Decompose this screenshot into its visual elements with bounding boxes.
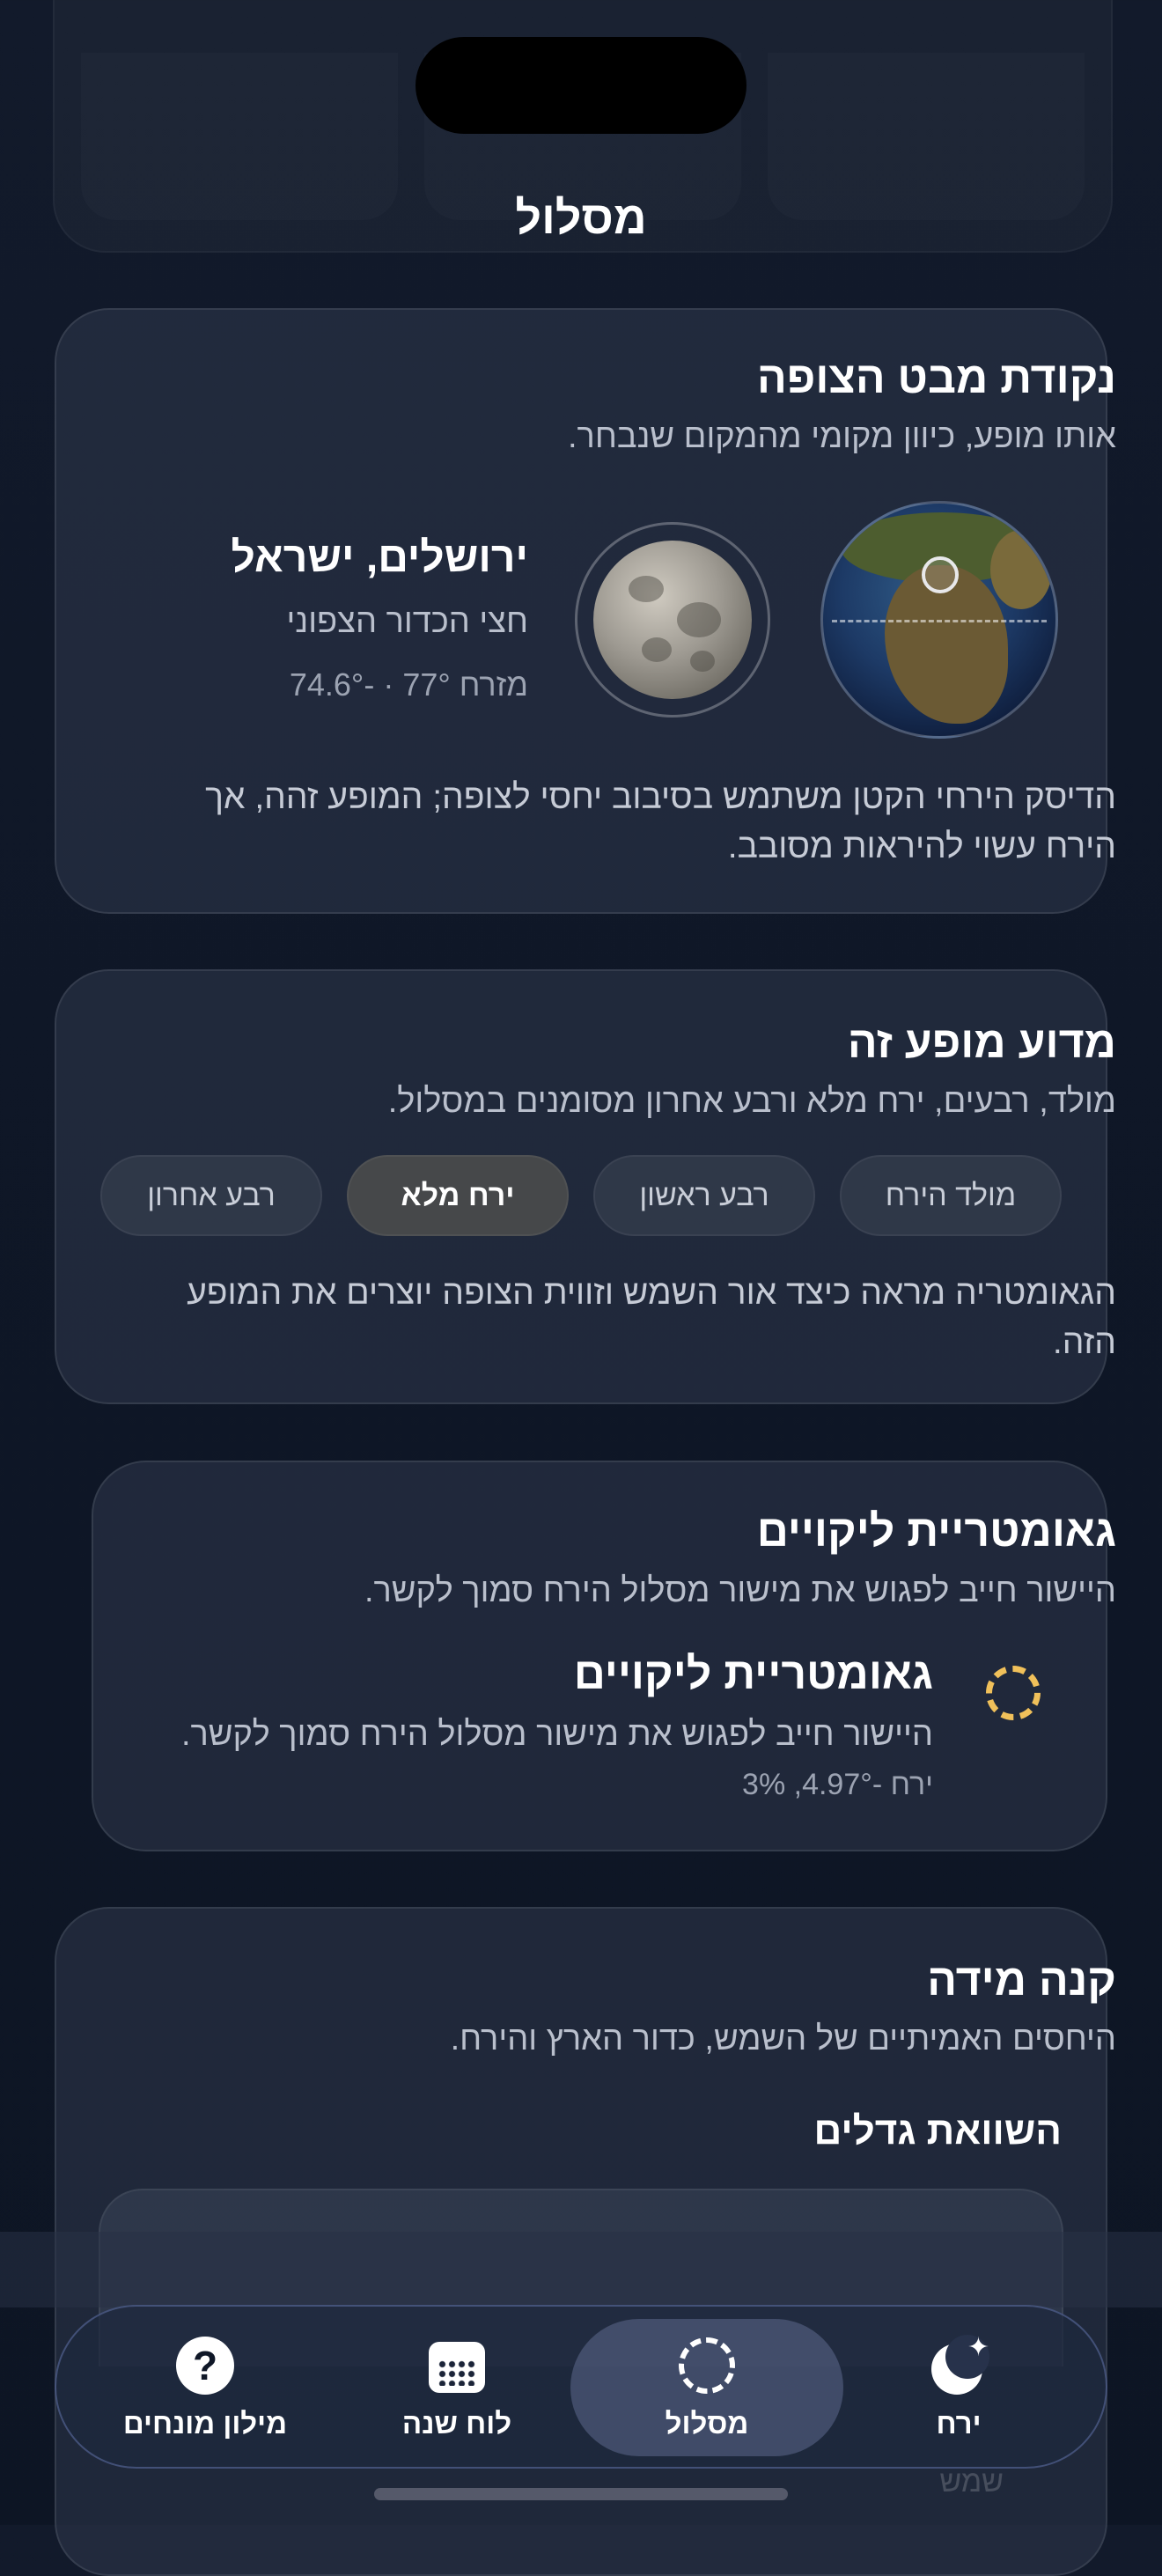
page-title: מסלול — [515, 193, 647, 244]
eclipse-orbit-icon — [986, 1666, 1041, 1720]
eclipse-item-meta: ירח -4.97°, 3% — [742, 1768, 933, 1801]
tab-glossary[interactable]: ? מילון מונחים — [69, 2319, 342, 2456]
tab-moon[interactable]: ✦ ירח — [822, 2319, 1095, 2456]
tab-calendar[interactable]: לוח שנה — [320, 2319, 593, 2456]
tab-orbit[interactable]: מסלול — [570, 2319, 843, 2456]
scale-card-title: קנה מידה — [927, 1955, 1116, 2005]
hemisphere-label: חצי הכדור הצפוני — [286, 603, 528, 640]
eclipse-card-subtitle: היישור חייב לפגוש את מישור מסלול הירח סמ… — [364, 1572, 1116, 1609]
tab-bar: ? מילון מונחים לוח שנה מסלול ✦ ירח — [55, 2305, 1107, 2469]
location-name: ירושלים, ישראל — [231, 534, 529, 581]
scale-card-subtitle: היחסים האמיתיים של השמש, כדור הארץ והירח… — [450, 2020, 1116, 2057]
chip-new-moon[interactable]: מולד הירח — [840, 1155, 1062, 1236]
observer-card-title: נקודת מבט הצופה — [756, 353, 1116, 402]
eclipse-card-title: גאומטריית ליקויים — [756, 1506, 1116, 1556]
why-phase-paragraph: הגאומטריה מראה כיצד אור השמש וזווית הצופ… — [187, 1274, 1116, 1361]
size-comparison-title: השוואת גדלים — [813, 2109, 1062, 2153]
calendar-icon — [426, 2335, 488, 2396]
moon-icon — [593, 541, 752, 699]
moon-disc — [575, 522, 770, 718]
eclipse-item-title: גאומטריית ליקויים — [573, 1649, 933, 1698]
dynamic-island — [416, 37, 746, 134]
orbit-icon — [676, 2335, 738, 2396]
observer-card-paragraph: הדיסק הירחי הקטן משתמש בסיבוב יחסי לצופה… — [205, 778, 1116, 865]
home-indicator — [374, 2488, 788, 2500]
ghost-sun-label: שמש — [939, 2465, 1004, 2499]
tab-calendar-label: לוח שנה — [401, 2407, 512, 2440]
earth-globe-icon — [820, 501, 1058, 739]
chip-first-quarter[interactable]: רבע ראשון — [593, 1155, 815, 1236]
observer-card-subtitle: אותו מופע, כיוון מקומי מהמקום שנבחר. — [567, 418, 1116, 455]
moon-stars-icon: ✦ — [928, 2335, 989, 2396]
chip-full-moon[interactable]: ירח מלא — [347, 1155, 569, 1236]
why-phase-subtitle: מולד, רבעים, ירח מלא ורבע אחרון מסומנים … — [387, 1083, 1116, 1120]
tab-glossary-label: מילון מונחים — [122, 2407, 288, 2440]
eclipse-item-subtitle: היישור חייב לפגוש את מישור מסלול הירח סמ… — [180, 1716, 933, 1753]
scroll-edge-band — [0, 2232, 1162, 2307]
why-phase-title: מדוע מופע זה — [847, 1018, 1116, 1067]
tab-orbit-label: מסלול — [665, 2407, 749, 2440]
chip-last-quarter[interactable]: רבע אחרון — [100, 1155, 322, 1236]
direction-readout: מזרח 77° · -74.6° — [289, 666, 528, 703]
tab-moon-label: ירח — [936, 2407, 982, 2440]
question-circle-icon: ? — [174, 2335, 236, 2396]
location-marker-icon — [922, 556, 959, 593]
